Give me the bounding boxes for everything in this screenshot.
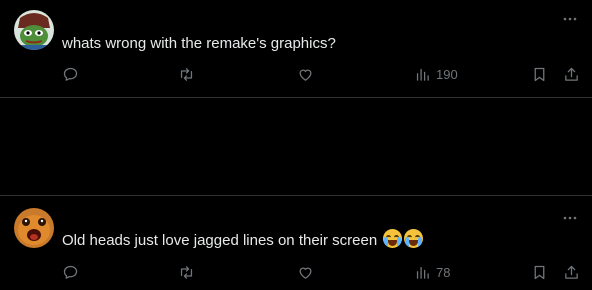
repost-button[interactable]	[178, 64, 195, 84]
views-count: 78	[436, 264, 451, 280]
repost-icon	[180, 67, 193, 81]
avatar[interactable]	[14, 208, 54, 248]
like-button[interactable]	[297, 262, 314, 282]
share-icon	[565, 265, 578, 279]
heart-icon	[299, 267, 312, 279]
bookmark-button[interactable]	[531, 262, 548, 282]
views-chart-icon	[416, 68, 429, 81]
views-chart-icon	[416, 266, 429, 279]
repost-icon	[180, 265, 193, 279]
post-text-body: Old heads just love jagged lines on thei…	[62, 232, 378, 249]
bookmark-button[interactable]	[531, 64, 548, 84]
post-1[interactable]: whats wrong with the remake's graphics? …	[0, 0, 592, 97]
loudly-crying-face-emoji	[383, 229, 403, 248]
post-text: whats wrong with the remake's graphics?	[62, 35, 336, 52]
divider	[0, 97, 592, 98]
repost-button[interactable]	[178, 262, 195, 282]
reply-button[interactable]	[62, 262, 79, 282]
avatar[interactable]	[14, 10, 54, 50]
share-icon	[565, 67, 578, 81]
views-count: 190	[436, 66, 458, 82]
reply-icon	[63, 67, 78, 81]
share-button[interactable]	[563, 262, 580, 282]
views-button[interactable]: 78	[414, 262, 450, 282]
share-button[interactable]	[563, 64, 580, 84]
bookmark-icon	[534, 67, 545, 81]
reply-button[interactable]	[62, 64, 79, 84]
loudly-crying-face-emoji	[404, 229, 424, 248]
post-actions: 78	[0, 262, 592, 282]
bookmark-icon	[534, 265, 545, 279]
more-options-icon[interactable]	[562, 11, 578, 27]
more-options-icon[interactable]	[562, 210, 578, 226]
like-button[interactable]	[297, 64, 314, 84]
heart-icon	[299, 69, 312, 81]
views-button[interactable]: 190	[414, 64, 458, 84]
post-actions: 190	[0, 64, 592, 84]
post-text: Old heads just love jagged lines on thei…	[62, 229, 424, 251]
reply-icon	[63, 265, 78, 279]
